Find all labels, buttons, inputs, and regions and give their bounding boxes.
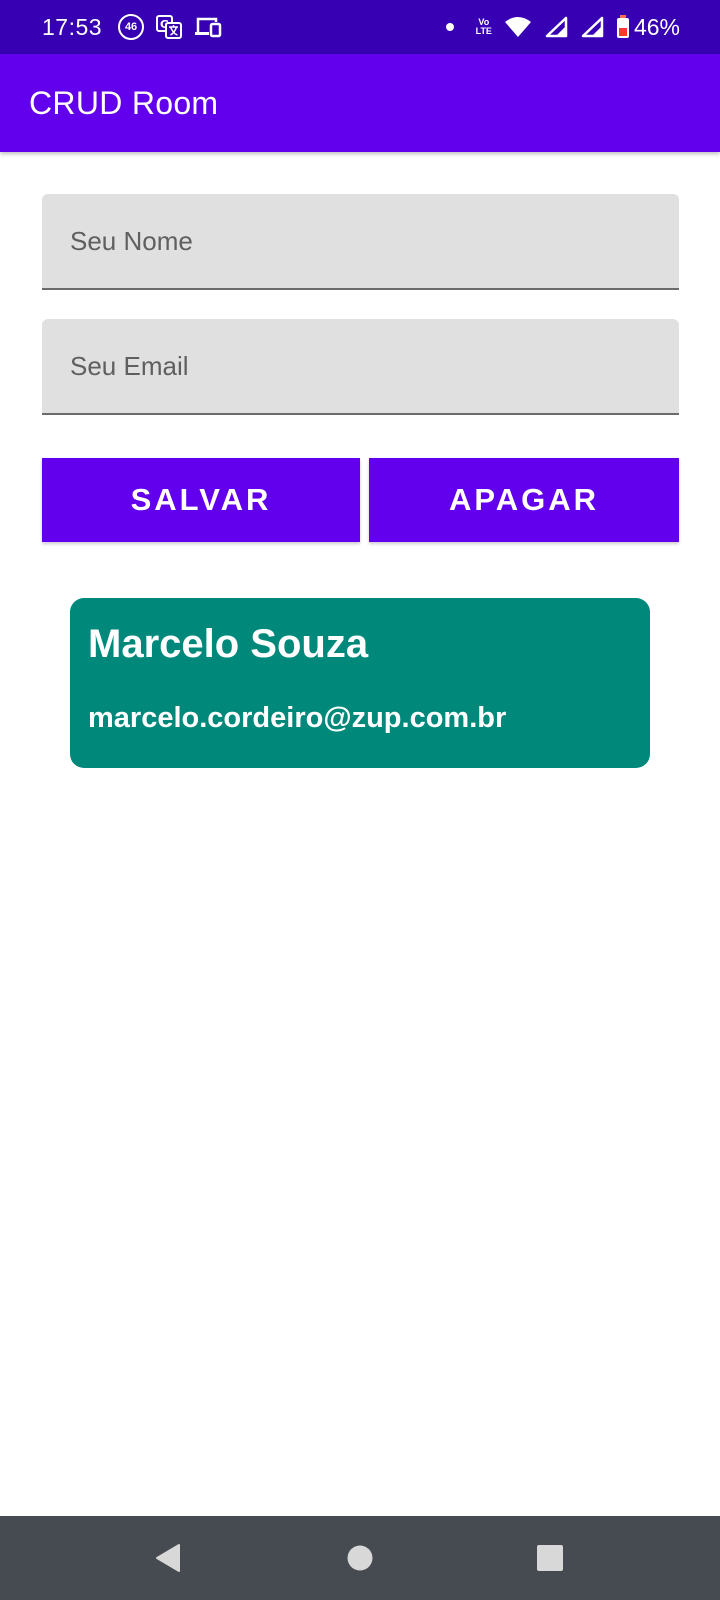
battery-percent: 46% <box>633 13 680 40</box>
status-time: 17:53 <box>42 13 103 40</box>
signal-icon <box>580 16 604 38</box>
email-input[interactable] <box>70 350 679 382</box>
cast-devices-icon <box>194 16 222 38</box>
list-item[interactable]: Marcelo Souza marcelo.cordeiro@zup.com.b… <box>70 598 650 768</box>
delete-button[interactable]: APAGAR <box>369 458 679 542</box>
recents-icon <box>537 1545 563 1571</box>
network-46-icon: 46 <box>118 14 145 40</box>
battery-low-icon <box>616 15 629 38</box>
email-field[interactable] <box>42 319 679 415</box>
app-screen: 17:53 46 G Vo LTE 46% CRUD Room Seu Nome… <box>0 0 720 1600</box>
wifi-icon <box>504 16 532 38</box>
home-icon <box>347 1545 373 1571</box>
volte-icon: Vo LTE <box>476 18 492 36</box>
app-title: CRUD Room <box>29 84 219 121</box>
app-bar: CRUD Room <box>0 54 720 152</box>
name-input[interactable] <box>70 225 679 257</box>
notification-dot-icon <box>445 23 454 31</box>
recents-button[interactable] <box>510 1516 590 1600</box>
user-email: marcelo.cordeiro@zup.com.br <box>88 702 507 734</box>
back-icon <box>156 1544 180 1572</box>
user-name: Marcelo Souza <box>88 622 369 666</box>
back-button[interactable] <box>128 1516 208 1600</box>
status-bar: 17:53 46 G Vo LTE 46% <box>0 0 720 54</box>
signal-icon <box>544 16 568 38</box>
navigation-bar <box>0 1516 720 1600</box>
volte-bottom-text: LTE <box>475 26 492 36</box>
battery-indicator: 46% <box>616 14 680 41</box>
name-field[interactable] <box>42 194 679 290</box>
home-button[interactable] <box>320 1516 400 1600</box>
save-button[interactable]: SALVAR <box>42 458 360 542</box>
translate-icon: G <box>156 15 183 39</box>
